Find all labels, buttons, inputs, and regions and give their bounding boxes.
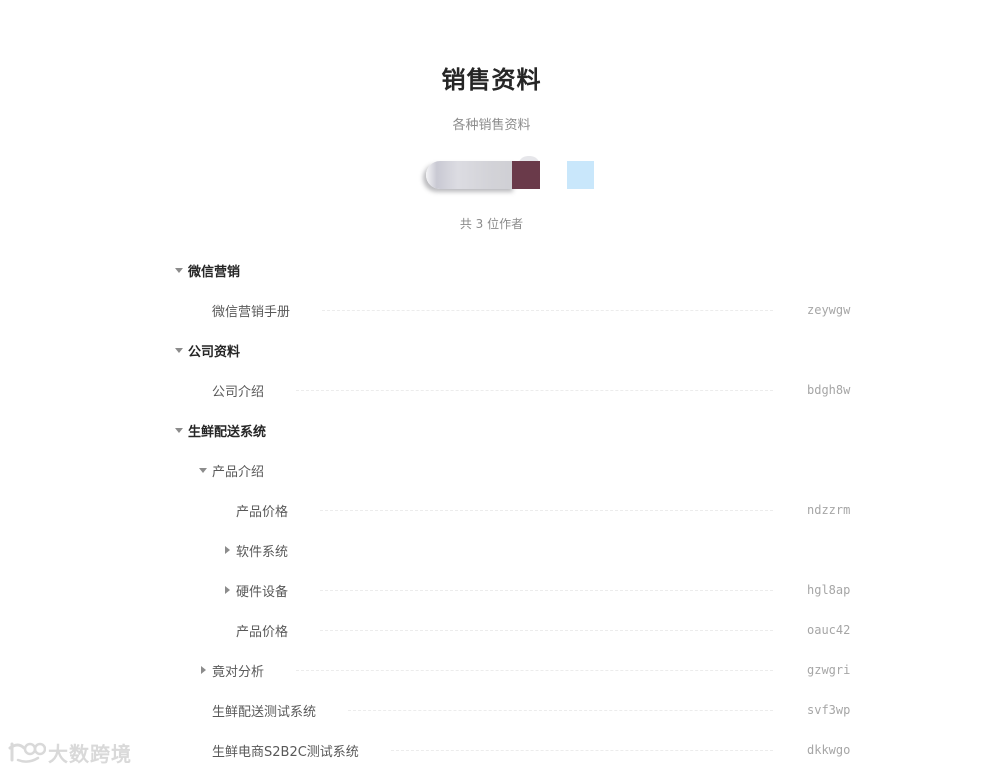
caret-right-icon[interactable] bbox=[197, 664, 209, 676]
dotted-leader bbox=[322, 309, 773, 311]
caret-down-icon[interactable] bbox=[173, 264, 185, 276]
toc-group[interactable]: 生鲜配送系统 bbox=[0, 410, 983, 450]
doc-slug: svf3wp bbox=[807, 703, 851, 717]
toc-item-label[interactable]: 生鲜配送测试系统 bbox=[212, 701, 316, 720]
toc-item-label[interactable]: 生鲜电商S2B2C测试系统 bbox=[212, 741, 359, 760]
toc-item[interactable]: 硬件设备 hgl8ap bbox=[0, 570, 983, 610]
watermark-text: 大数跨境 bbox=[48, 741, 132, 766]
watermark: 大数跨境 bbox=[8, 737, 136, 767]
toc-item[interactable]: 生鲜配送测试系统 svf3wp bbox=[0, 690, 983, 730]
table-of-contents: 微信营销微信营销手册 zeywgw 公司资料公司介绍 bdgh8w 生鲜配送系统产品介绍… bbox=[0, 250, 983, 770]
caret-right-icon[interactable] bbox=[221, 584, 233, 596]
toc-item[interactable]: 产品价格 ndzzrm bbox=[0, 490, 983, 530]
toc-folder[interactable]: 软件系统 bbox=[0, 530, 983, 570]
toc-item-label[interactable]: 竟对分析 bbox=[212, 661, 264, 680]
brand-logo-icon bbox=[8, 740, 46, 764]
dotted-leader bbox=[296, 389, 773, 391]
toc-item-label[interactable]: 硬件设备 bbox=[236, 581, 288, 600]
doc-slug: oauc42 bbox=[807, 623, 851, 637]
doc-slug: ndzzrm bbox=[807, 503, 851, 517]
author-avatars bbox=[422, 156, 602, 192]
toc-item-label[interactable]: 公司资料 bbox=[188, 341, 240, 360]
page-title: 销售资料 bbox=[441, 66, 542, 94]
caret-down-icon[interactable] bbox=[173, 424, 185, 436]
toc-item[interactable]: 公司介绍 bdgh8w bbox=[0, 370, 983, 410]
avatar[interactable] bbox=[426, 161, 516, 189]
doc-slug: bdgh8w bbox=[807, 383, 851, 397]
toc-item-label[interactable]: 产品介绍 bbox=[212, 461, 264, 480]
dotted-leader bbox=[296, 669, 773, 671]
toc-item[interactable]: 微信营销手册 zeywgw bbox=[0, 290, 983, 330]
toc-group[interactable]: 微信营销 bbox=[0, 250, 983, 290]
avatar[interactable] bbox=[567, 161, 594, 189]
avatar[interactable] bbox=[512, 161, 540, 189]
toc-item[interactable]: 生鲜电商S2B2C测试系统 dkkwgo bbox=[0, 730, 983, 770]
caret-down-icon[interactable] bbox=[197, 464, 209, 476]
doc-slug: dkkwgo bbox=[807, 743, 851, 757]
doc-slug: hgl8ap bbox=[807, 583, 851, 597]
dotted-leader bbox=[320, 589, 773, 591]
caret-right-icon[interactable] bbox=[221, 544, 233, 556]
author-count: 共 3 位作者 bbox=[459, 217, 524, 231]
doc-slug: gzwgri bbox=[807, 663, 851, 677]
page: 销售资料 各种销售资料 共 3 位作者 微信营销微信营销手册 zeywgw 公司资料… bbox=[0, 0, 983, 772]
toc-item-label[interactable]: 公司介绍 bbox=[212, 381, 264, 400]
doc-slug: zeywgw bbox=[807, 303, 851, 317]
dotted-leader bbox=[348, 709, 773, 711]
toc-item-label[interactable]: 生鲜配送系统 bbox=[188, 421, 266, 440]
dotted-leader bbox=[320, 509, 773, 511]
toc-group[interactable]: 公司资料 bbox=[0, 330, 983, 370]
toc-item[interactable]: 竟对分析 gzwgri bbox=[0, 650, 983, 690]
page-subtitle: 各种销售资料 bbox=[452, 118, 531, 133]
toc-item[interactable]: 产品价格 oauc42 bbox=[0, 610, 983, 650]
toc-item-label[interactable]: 产品价格 bbox=[236, 501, 288, 520]
dotted-leader bbox=[320, 629, 773, 631]
toc-folder[interactable]: 产品介绍 bbox=[0, 450, 983, 490]
toc-item-label[interactable]: 软件系统 bbox=[236, 541, 288, 560]
dotted-leader bbox=[390, 749, 773, 751]
toc-item-label[interactable]: 产品价格 bbox=[236, 621, 288, 640]
toc-item-label[interactable]: 微信营销手册 bbox=[212, 301, 290, 320]
toc-item-label[interactable]: 微信营销 bbox=[188, 261, 240, 280]
caret-down-icon[interactable] bbox=[173, 344, 185, 356]
